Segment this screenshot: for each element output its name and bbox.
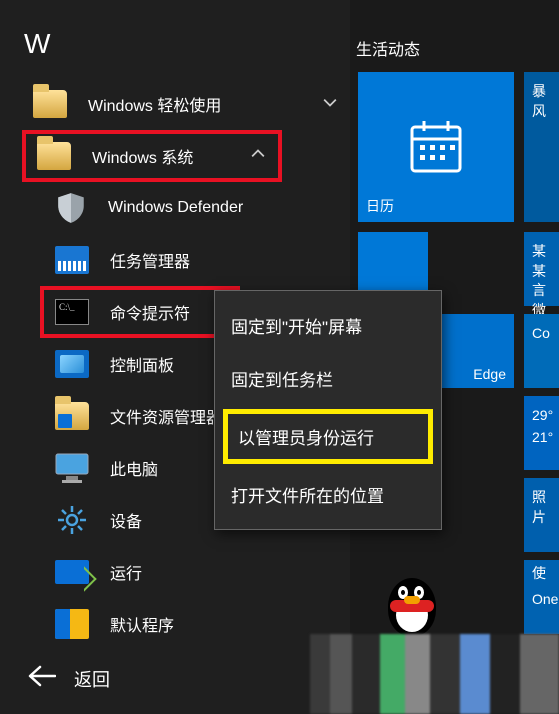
app-label: Windows 轻松使用 <box>88 92 310 116</box>
explorer-icon <box>54 398 90 434</box>
tile-label: 使 <box>532 564 546 584</box>
taskmgr-icon <box>54 242 90 278</box>
cmd-icon <box>54 294 90 330</box>
context-menu: 固定到"开始"屏幕 固定到任务栏 以管理员身份运行 打开文件所在的位置 <box>214 290 442 530</box>
app-cmd[interactable]: 命令提示符 <box>40 286 240 338</box>
tiles-group-header[interactable]: 生活动态 <box>356 36 420 60</box>
calendar-icon <box>406 117 466 177</box>
app-windows-system[interactable]: Windows 系统 <box>22 130 282 182</box>
temp-low: 21° <box>532 428 553 448</box>
shield-icon <box>54 191 88 225</box>
tile-partial-text[interactable]: 某某 言微 <box>524 232 559 306</box>
ctx-open-location[interactable]: 打开文件所在的位置 <box>215 468 441 521</box>
app-label: 运行 <box>110 560 350 584</box>
tile-label: Edge <box>473 366 506 382</box>
default-programs-icon <box>54 606 90 642</box>
back-label: 返回 <box>74 666 110 692</box>
tile-baofeng[interactable]: 暴风 <box>524 72 559 222</box>
back-arrow-icon <box>28 665 56 692</box>
run-icon <box>54 554 90 590</box>
chevron-down-icon <box>310 95 350 114</box>
app-default-programs[interactable]: 默认程序 <box>10 598 350 650</box>
app-windows-ease[interactable]: Windows 轻松使用 <box>10 78 350 130</box>
folder-icon <box>32 86 68 122</box>
pc-icon <box>54 450 90 486</box>
tile-label: One <box>532 590 558 610</box>
app-task-manager[interactable]: 任务管理器 <box>10 234 350 286</box>
ctx-run-as-admin[interactable]: 以管理员身份运行 <box>223 409 433 464</box>
tile-label: 某某 言微 <box>532 242 559 320</box>
app-label: Windows Defender <box>108 199 350 217</box>
app-label: 任务管理器 <box>110 248 350 272</box>
tile-onedrive[interactable]: 使 One <box>524 560 559 634</box>
control-panel-icon <box>54 346 90 382</box>
tile-label: 照片 <box>532 488 559 527</box>
tile-calendar[interactable]: 日历 <box>358 72 514 222</box>
gear-icon <box>54 502 90 538</box>
app-defender[interactable]: Windows Defender <box>10 182 350 234</box>
app-label: 默认程序 <box>110 612 350 636</box>
tile-edge[interactable]: Edge <box>436 314 514 388</box>
tile-label: 日历 <box>366 196 394 216</box>
pixelated-region <box>310 634 559 714</box>
tile-co[interactable]: Co <box>524 314 559 388</box>
app-label: Windows 系统 <box>92 144 238 168</box>
back-button[interactable]: 返回 <box>28 665 110 692</box>
ctx-pin-taskbar[interactable]: 固定到任务栏 <box>215 352 441 405</box>
alpha-header[interactable]: W <box>10 0 350 78</box>
app-run[interactable]: 运行 <box>10 546 350 598</box>
tile-photos[interactable]: 照片 <box>524 478 559 552</box>
temp-high: 29° <box>532 406 553 426</box>
chevron-up-icon <box>238 147 278 166</box>
ctx-pin-start[interactable]: 固定到"开始"屏幕 <box>215 299 441 352</box>
folder-icon <box>36 138 72 174</box>
tile-label: Co <box>532 324 550 344</box>
tile-weather[interactable]: 29° 21° <box>524 396 559 470</box>
tile-label: 暴风 <box>532 82 559 121</box>
